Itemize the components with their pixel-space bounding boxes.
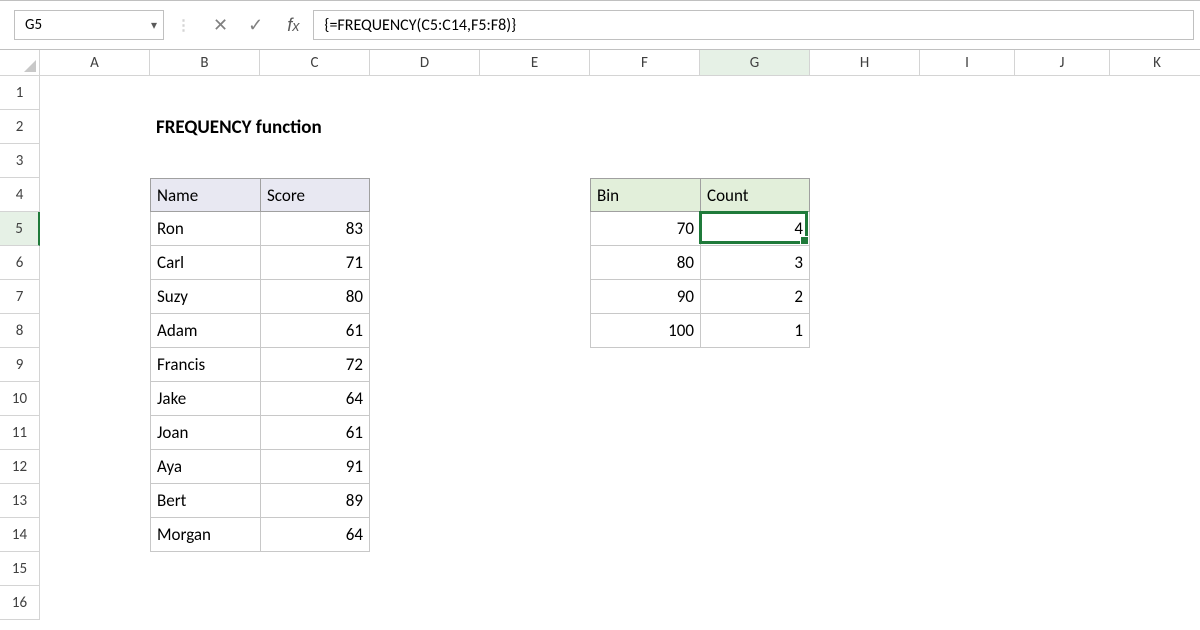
column-header[interactable]: H <box>810 50 920 76</box>
table1-header-name: Name <box>150 178 260 212</box>
row-header[interactable]: 1 <box>0 76 40 110</box>
row-header[interactable]: 7 <box>0 280 40 314</box>
page-title: FREQUENCY function <box>150 110 370 144</box>
table1-name: Francis <box>150 348 260 382</box>
table1-name: Adam <box>150 314 260 348</box>
table2-count: 1 <box>700 314 810 348</box>
table1-name: Bert <box>150 484 260 518</box>
table1-name: Morgan <box>150 518 260 552</box>
table1-score: 91 <box>260 450 370 484</box>
table1-score: 64 <box>260 518 370 552</box>
column-header[interactable]: J <box>1015 50 1110 76</box>
table1-name: Suzy <box>150 280 260 314</box>
table2-bin: 90 <box>590 280 700 314</box>
table1-score: 71 <box>260 246 370 280</box>
row-header[interactable]: 16 <box>0 586 40 620</box>
table1-name: Carl <box>150 246 260 280</box>
row-header[interactable]: 12 <box>0 450 40 484</box>
table1-score: 83 <box>260 212 370 246</box>
name-box-value: G5 <box>25 16 42 34</box>
table1-name: Ron <box>150 212 260 246</box>
row-headers: 12345678910111213141516 <box>0 76 40 620</box>
row-header[interactable]: 13 <box>0 484 40 518</box>
table2-bin: 80 <box>590 246 700 280</box>
row-header[interactable]: 8 <box>0 314 40 348</box>
table2-count: 4 <box>700 212 810 246</box>
enter-icon[interactable]: ✓ <box>238 14 273 36</box>
column-header[interactable]: A <box>40 50 150 76</box>
table1-header-score: Score <box>260 178 370 212</box>
row-header[interactable]: 3 <box>0 144 40 178</box>
table1-name: Joan <box>150 416 260 450</box>
table1-score: 61 <box>260 416 370 450</box>
name-box[interactable]: G5 ▾ <box>14 10 164 40</box>
fx-icon[interactable]: fx <box>273 15 313 36</box>
table2-header-count: Count <box>700 178 810 212</box>
chevron-down-icon[interactable]: ▾ <box>151 18 157 33</box>
table2-count: 2 <box>700 280 810 314</box>
table2-bin: 70 <box>590 212 700 246</box>
table1-score: 89 <box>260 484 370 518</box>
select-all-corner[interactable] <box>0 50 40 76</box>
column-header[interactable]: F <box>590 50 700 76</box>
row-header[interactable]: 5 <box>0 212 40 246</box>
row-header[interactable]: 4 <box>0 178 40 212</box>
column-header[interactable]: D <box>370 50 480 76</box>
column-header[interactable]: I <box>920 50 1015 76</box>
cancel-icon[interactable]: ✕ <box>203 14 238 36</box>
column-header[interactable]: B <box>150 50 260 76</box>
table1-name: Aya <box>150 450 260 484</box>
row-header[interactable]: 2 <box>0 110 40 144</box>
table1-score: 80 <box>260 280 370 314</box>
column-header[interactable]: E <box>480 50 590 76</box>
row-header[interactable]: 14 <box>0 518 40 552</box>
row-header[interactable]: 6 <box>0 246 40 280</box>
table2-bin: 100 <box>590 314 700 348</box>
table1-score: 64 <box>260 382 370 416</box>
row-header[interactable]: 10 <box>0 382 40 416</box>
column-headers: ABCDEFGHIJK <box>40 50 1200 76</box>
formula-text: {=FREQUENCY(C5:C14,F5:F8)} <box>324 16 516 35</box>
row-header[interactable]: 9 <box>0 348 40 382</box>
table2-count: 3 <box>700 246 810 280</box>
separator: ⋮ <box>164 16 203 35</box>
column-header[interactable]: G <box>700 50 810 76</box>
column-header[interactable]: C <box>260 50 370 76</box>
table2-header-bin: Bin <box>590 178 700 212</box>
spreadsheet-grid[interactable]: ABCDEFGHIJK 12345678910111213141516 FREQ… <box>0 50 1200 630</box>
table1-score: 72 <box>260 348 370 382</box>
row-header[interactable]: 15 <box>0 552 40 586</box>
table1-name: Jake <box>150 382 260 416</box>
row-header[interactable]: 11 <box>0 416 40 450</box>
column-header[interactable]: K <box>1110 50 1200 76</box>
formula-bar: G5 ▾ ⋮ ✕ ✓ fx {=FREQUENCY(C5:C14,F5:F8)} <box>0 0 1200 50</box>
table1-score: 61 <box>260 314 370 348</box>
formula-input[interactable]: {=FREQUENCY(C5:C14,F5:F8)} <box>313 10 1194 40</box>
